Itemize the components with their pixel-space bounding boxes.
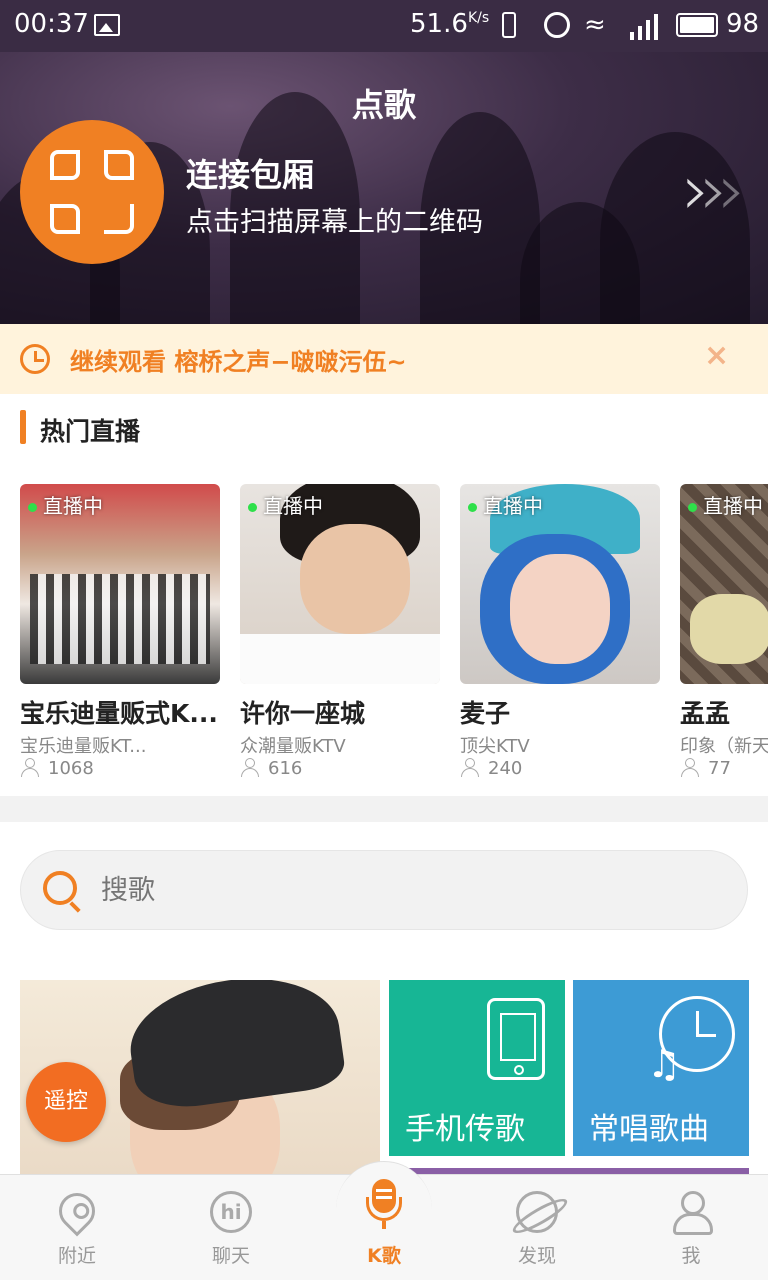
live-dot <box>688 503 697 512</box>
nav-tab-nearby[interactable]: 附近 <box>2 1175 152 1280</box>
viewer-count: 240 <box>460 758 522 779</box>
live-venue: 众潮量贩KTV <box>240 736 346 757</box>
battery-icon <box>676 13 718 37</box>
viewer-count: 616 <box>240 758 302 779</box>
person-icon <box>460 758 479 777</box>
clock-icon <box>20 344 50 374</box>
section-accent-bar <box>20 410 26 444</box>
live-dot <box>28 503 37 512</box>
connect-room-title: 连接包厢 <box>186 156 315 194</box>
live-dot <box>468 503 477 512</box>
planet-icon <box>516 1191 558 1233</box>
live-name: 许你一座城 <box>240 699 366 728</box>
section-title: 热门直播 <box>40 417 141 446</box>
search-song-bar[interactable] <box>20 850 748 930</box>
live-card[interactable]: 直播中 许你一座城 众潮量贩KTV 616 <box>240 484 440 784</box>
live-venue: 宝乐迪量贩KT... <box>20 736 147 757</box>
live-status-tag: 直播中 <box>28 490 103 519</box>
nav-label: K歌 <box>367 1245 401 1267</box>
status-time: 00:37 <box>14 9 89 39</box>
user-icon <box>671 1191 713 1235</box>
image-notification-icon <box>94 14 120 36</box>
live-dot <box>248 503 257 512</box>
remote-control-button[interactable]: 遥控 <box>26 1062 106 1142</box>
live-name: 孟孟 <box>680 699 731 728</box>
connect-room-subtitle: 点击扫描屏幕上的二维码 <box>186 207 483 238</box>
nav-tab-chat[interactable]: hi 聊天 <box>156 1175 306 1280</box>
live-venue: 顶尖KTV <box>460 736 530 757</box>
wifi-icon: ≈ <box>584 10 606 40</box>
search-input[interactable] <box>101 869 701 911</box>
phone-icon <box>487 998 545 1080</box>
location-pin-icon <box>51 1185 103 1237</box>
connect-room-banner[interactable]: 点歌 连接包厢 点击扫描屏幕上的二维码 › › › <box>0 52 768 324</box>
music-note-icon: ♫ <box>647 1042 682 1086</box>
continue-watching-bar[interactable]: 继续观看 榕桥之声−啵啵污伍~ × <box>0 324 768 394</box>
microphone-icon <box>366 1179 402 1229</box>
search-icon <box>43 871 77 905</box>
tile-label: 常唱歌曲 <box>589 1112 709 1147</box>
nav-label: 发现 <box>517 1245 556 1267</box>
signal-icon <box>626 10 666 40</box>
live-name: 麦子 <box>460 699 511 728</box>
network-speed-unit: K/s <box>468 10 490 26</box>
nav-tab-me[interactable]: 我 <box>616 1175 766 1280</box>
live-venue: 印象（新天 <box>680 736 768 757</box>
battery-level: 98 <box>726 9 760 39</box>
viewer-count: 1068 <box>20 758 94 779</box>
status-bar: 00:37 51.6 K/s ≈ 98 <box>0 0 768 52</box>
live-name: 宝乐迪量贩式K... <box>20 699 218 728</box>
close-icon[interactable]: × <box>704 338 729 373</box>
alarm-icon <box>544 12 570 38</box>
live-status-tag: 直播中 <box>468 490 543 519</box>
vibrate-icon <box>502 12 516 38</box>
nav-label: 我 <box>681 1245 701 1267</box>
live-status-tag: 直播中 <box>688 490 763 519</box>
hot-live-section: 热门直播 直播中 宝乐迪量贩式K... 宝乐迪量贩KT... 1068 直播中 … <box>0 394 768 796</box>
page-title: 点歌 <box>351 86 416 124</box>
tile-label: 手机传歌 <box>405 1112 525 1147</box>
person-icon <box>240 758 259 777</box>
nav-tab-discover[interactable]: 发现 <box>462 1175 612 1280</box>
nav-label: 附近 <box>57 1245 96 1267</box>
live-status-tag: 直播中 <box>248 490 323 519</box>
song-section: 手机传歌 ♫ 常唱歌曲 <box>0 822 768 1182</box>
person-icon <box>20 758 39 777</box>
person-icon <box>680 758 699 777</box>
scan-qr-button[interactable] <box>20 120 164 264</box>
qr-scan-icon <box>50 150 134 234</box>
phone-upload-song-tile[interactable]: 手机传歌 <box>389 980 565 1156</box>
live-card[interactable]: 直播中 宝乐迪量贩式K... 宝乐迪量贩KT... 1068 <box>20 484 220 784</box>
live-card[interactable]: 直播中 麦子 顶尖KTV 240 <box>460 484 660 784</box>
nav-tab-karaoke[interactable]: K歌 <box>309 1175 459 1280</box>
live-card[interactable]: 直播中 孟孟 印象（新天 77 <box>680 484 768 784</box>
chat-hi-icon: hi <box>210 1191 252 1233</box>
chevron-right-icon: › <box>718 149 746 231</box>
frequent-songs-tile[interactable]: ♫ 常唱歌曲 <box>573 980 749 1156</box>
network-speed: 51.6 <box>410 9 468 39</box>
nav-label: 聊天 <box>211 1245 250 1267</box>
continue-watching-text: 继续观看 榕桥之声−啵啵污伍~ <box>70 348 407 376</box>
viewer-count: 77 <box>680 758 731 779</box>
bottom-nav: 附近 hi 聊天 K歌 发现 我 <box>0 1161 768 1280</box>
